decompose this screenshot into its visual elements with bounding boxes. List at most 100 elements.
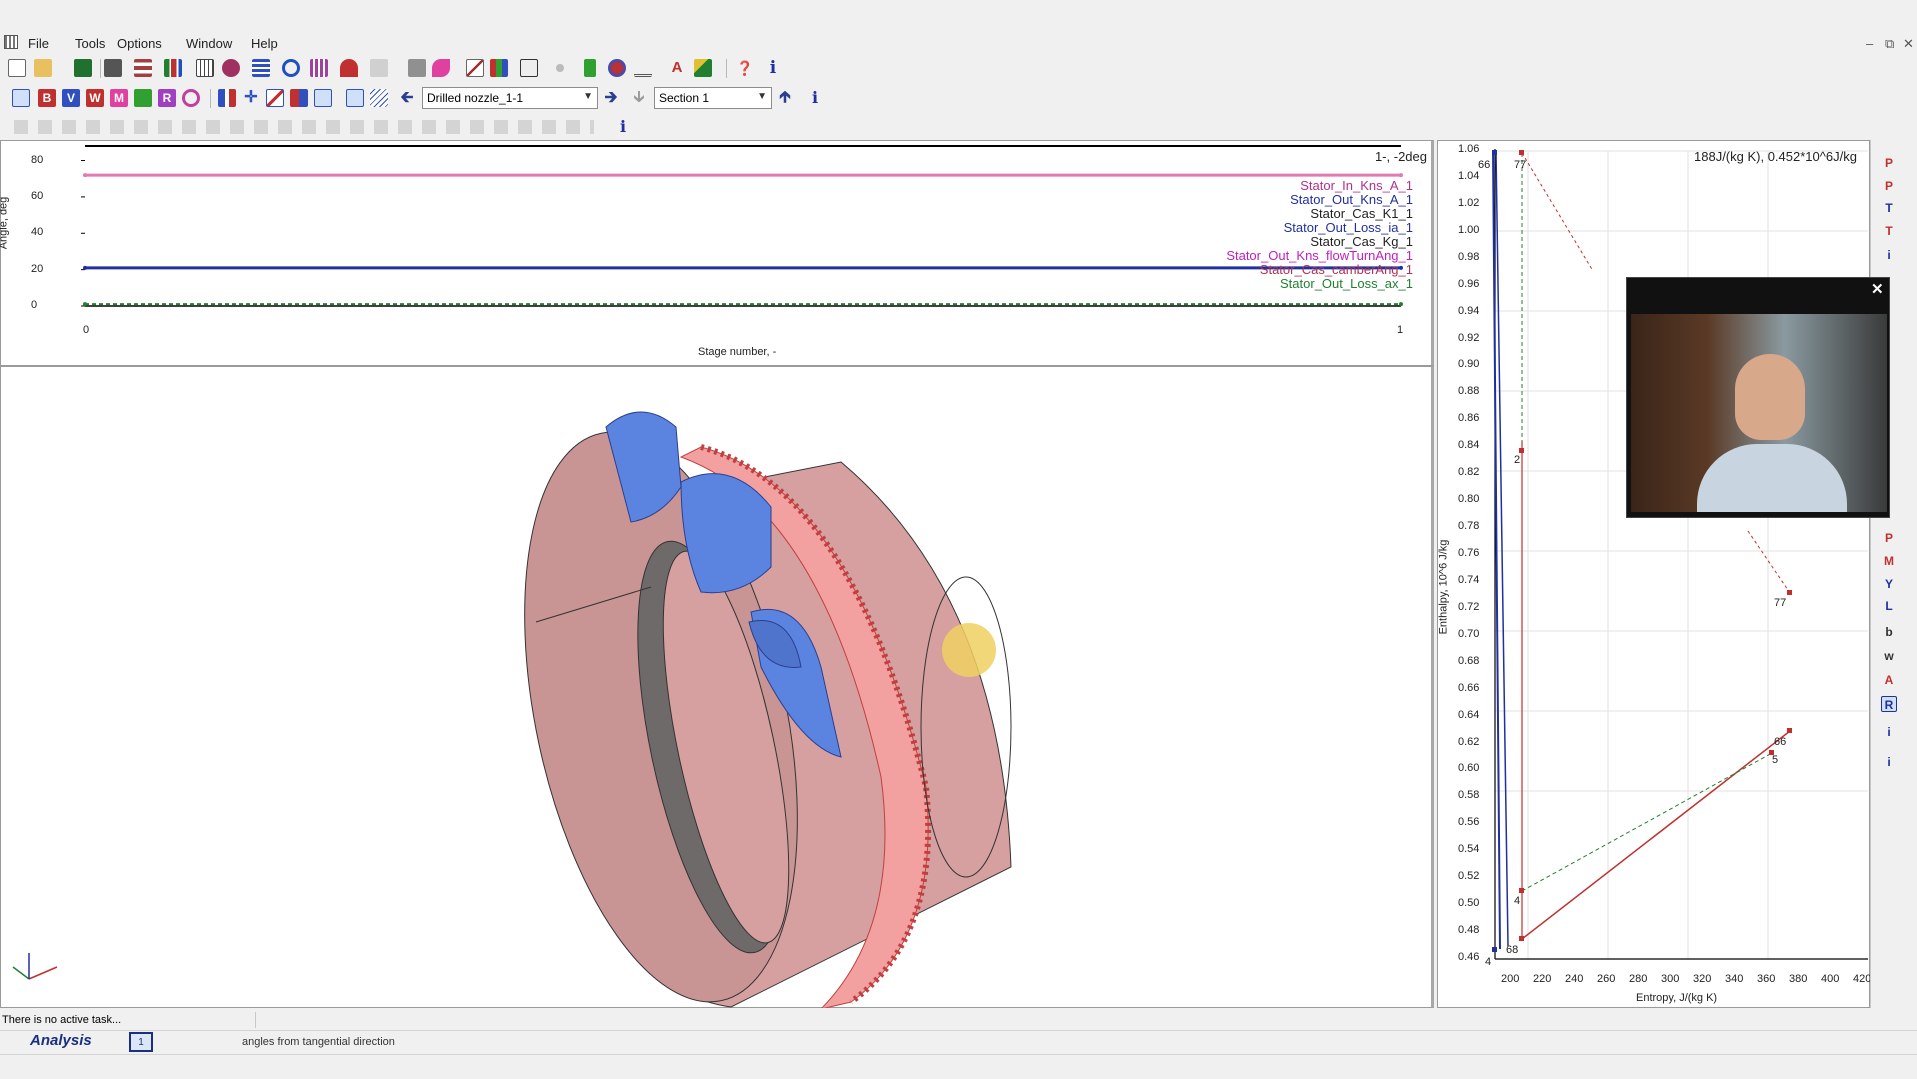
side-tool-icon[interactable]: T: [1881, 200, 1897, 216]
context-help-icon[interactable]: ❓: [736, 59, 754, 77]
minimize-icon[interactable]: –: [1866, 36, 1873, 51]
info-icon[interactable]: i: [806, 89, 824, 107]
table-icon[interactable]: [252, 59, 270, 77]
hs-diagram: [1492, 149, 1868, 960]
hs-x-tick: 320: [1693, 973, 1712, 985]
status-bar: There is no active task... Analysis 1 an…: [0, 1008, 1917, 1079]
open-folder-icon[interactable]: [34, 59, 52, 77]
letter-r-icon[interactable]: R: [158, 89, 176, 107]
hs-point-label-77: 77: [1514, 159, 1527, 171]
main-toolbar: A ❓ i: [0, 53, 1917, 83]
side-tool-icon[interactable]: P: [1881, 155, 1897, 171]
hs-point-marker: [1492, 947, 1497, 952]
section-select-value: Section 1: [659, 91, 710, 105]
graph-icon[interactable]: [466, 59, 484, 77]
side-tool-icon[interactable]: P: [1881, 178, 1897, 194]
bar-chart-icon[interactable]: [164, 59, 182, 77]
menu-window[interactable]: Window: [186, 36, 232, 51]
info-icon[interactable]: i: [614, 118, 632, 136]
list-icon[interactable]: [134, 59, 152, 77]
side-tool-icon[interactable]: i: [1881, 724, 1897, 740]
side-tool-icon[interactable]: A: [1881, 672, 1897, 688]
globe-icon[interactable]: [608, 59, 626, 77]
hs-y-tick: 0.90: [1458, 358, 1480, 371]
hs-y-tick: 0.94: [1458, 304, 1480, 317]
print-icon[interactable]: [104, 59, 122, 77]
legend-entry: Stator_Out_Kns_A_1: [1290, 192, 1413, 207]
hs-x-tick: 240: [1565, 973, 1584, 985]
new-file-icon[interactable]: [8, 59, 26, 77]
disabled-tool-icon: [370, 59, 388, 77]
target-icon[interactable]: [182, 89, 200, 107]
side-tool-icon[interactable]: i: [1881, 247, 1897, 263]
hs-expansion-line: [1521, 730, 1791, 940]
menu-tools[interactable]: Tools: [75, 36, 105, 51]
disabled-toolbar-icons: [14, 120, 594, 134]
hs-y-tick: 0.64: [1458, 708, 1480, 721]
copy-icon[interactable]: [520, 59, 538, 77]
menu-options[interactable]: Options: [117, 36, 162, 51]
arrow-right-icon[interactable]: 🡲: [602, 89, 620, 107]
columns-icon[interactable]: [310, 59, 328, 77]
green-book-icon[interactable]: [584, 59, 596, 77]
selected-bar-icon[interactable]: [314, 89, 332, 107]
wand-icon[interactable]: [694, 59, 712, 77]
fr-icon[interactable]: [346, 89, 364, 107]
restore-icon[interactable]: ⧉: [1885, 36, 1894, 52]
letter-v-icon[interactable]: V: [62, 89, 80, 107]
tertiary-toolbar: i: [0, 114, 1917, 140]
chevron-down-icon: ▼: [583, 91, 593, 102]
ls-icon[interactable]: [134, 89, 152, 107]
lines-icon[interactable]: [370, 89, 388, 107]
close-window-icon[interactable]: ✕: [1903, 36, 1914, 52]
hs-x-tick: 360: [1757, 973, 1776, 985]
split-icon[interactable]: [290, 89, 308, 107]
menu-help[interactable]: Help: [251, 36, 278, 51]
shape-icon[interactable]: [340, 59, 358, 77]
side-tool-icon[interactable]: Y: [1881, 576, 1897, 592]
grid-chart-icon[interactable]: [196, 59, 214, 77]
analysis-tab[interactable]: Analysis: [30, 1032, 92, 1049]
arrow-up-icon[interactable]: 🡱: [776, 89, 794, 107]
hs-y-tick: 0.62: [1458, 735, 1480, 748]
ring-icon[interactable]: [282, 59, 300, 77]
side-tool-icon[interactable]: M: [1881, 553, 1897, 569]
hs-point-marker: [1787, 728, 1792, 733]
slope-icon[interactable]: [266, 89, 284, 107]
letter-a-icon[interactable]: A: [668, 59, 686, 77]
side-tool-icon[interactable]: T: [1881, 223, 1897, 239]
side-tool-icon[interactable]: w: [1881, 648, 1897, 664]
tab-number-badge[interactable]: 1: [129, 1032, 153, 1052]
hs-y-tick: 1.02: [1458, 196, 1480, 209]
wave-icon[interactable]: [634, 59, 652, 77]
angle-chart-xlabel: Stage number, -: [698, 346, 777, 358]
close-icon[interactable]: ✕: [1871, 280, 1884, 298]
chart-mode-icon[interactable]: [12, 89, 30, 107]
multi-table-icon[interactable]: [490, 59, 508, 77]
letter-b-icon[interactable]: B: [38, 89, 56, 107]
hs-corner-label: 188J/(kg K), 0.452*10^6J/kg: [1694, 149, 1857, 164]
hs-y-tick: 0.50: [1458, 897, 1480, 910]
arrow-left-icon[interactable]: 🡰: [398, 89, 416, 107]
letter-m-icon[interactable]: M: [110, 89, 128, 107]
side-tool-icon[interactable]: R: [1881, 696, 1897, 712]
menu-file[interactable]: File: [28, 36, 49, 51]
arrow-down-disabled-icon: 🡳: [633, 89, 645, 106]
section-select[interactable]: Section 1 ▼: [654, 87, 772, 109]
side-tool-icon[interactable]: P: [1881, 530, 1897, 546]
pink-profile-icon[interactable]: [432, 59, 450, 77]
info-icon[interactable]: i: [764, 59, 782, 77]
model-3d-viewport: [0, 366, 1434, 1009]
letter-w-icon[interactable]: W: [86, 89, 104, 107]
turbine-icon[interactable]: [222, 59, 240, 77]
save-icon[interactable]: [74, 59, 92, 77]
side-tool-icon[interactable]: i: [1881, 754, 1897, 770]
move-icon[interactable]: ✛: [242, 89, 260, 107]
side-tool-icon[interactable]: L: [1881, 598, 1897, 614]
hs-x-tick: 340: [1725, 973, 1744, 985]
legend-entry: Stator_In_Kns_A_1: [1300, 178, 1413, 193]
bars-icon[interactable]: [218, 89, 236, 107]
side-tool-icon[interactable]: b: [1881, 624, 1897, 640]
model-select[interactable]: Drilled nozzle_1-1 ▼: [422, 87, 598, 109]
profile-icon[interactable]: [408, 59, 426, 77]
